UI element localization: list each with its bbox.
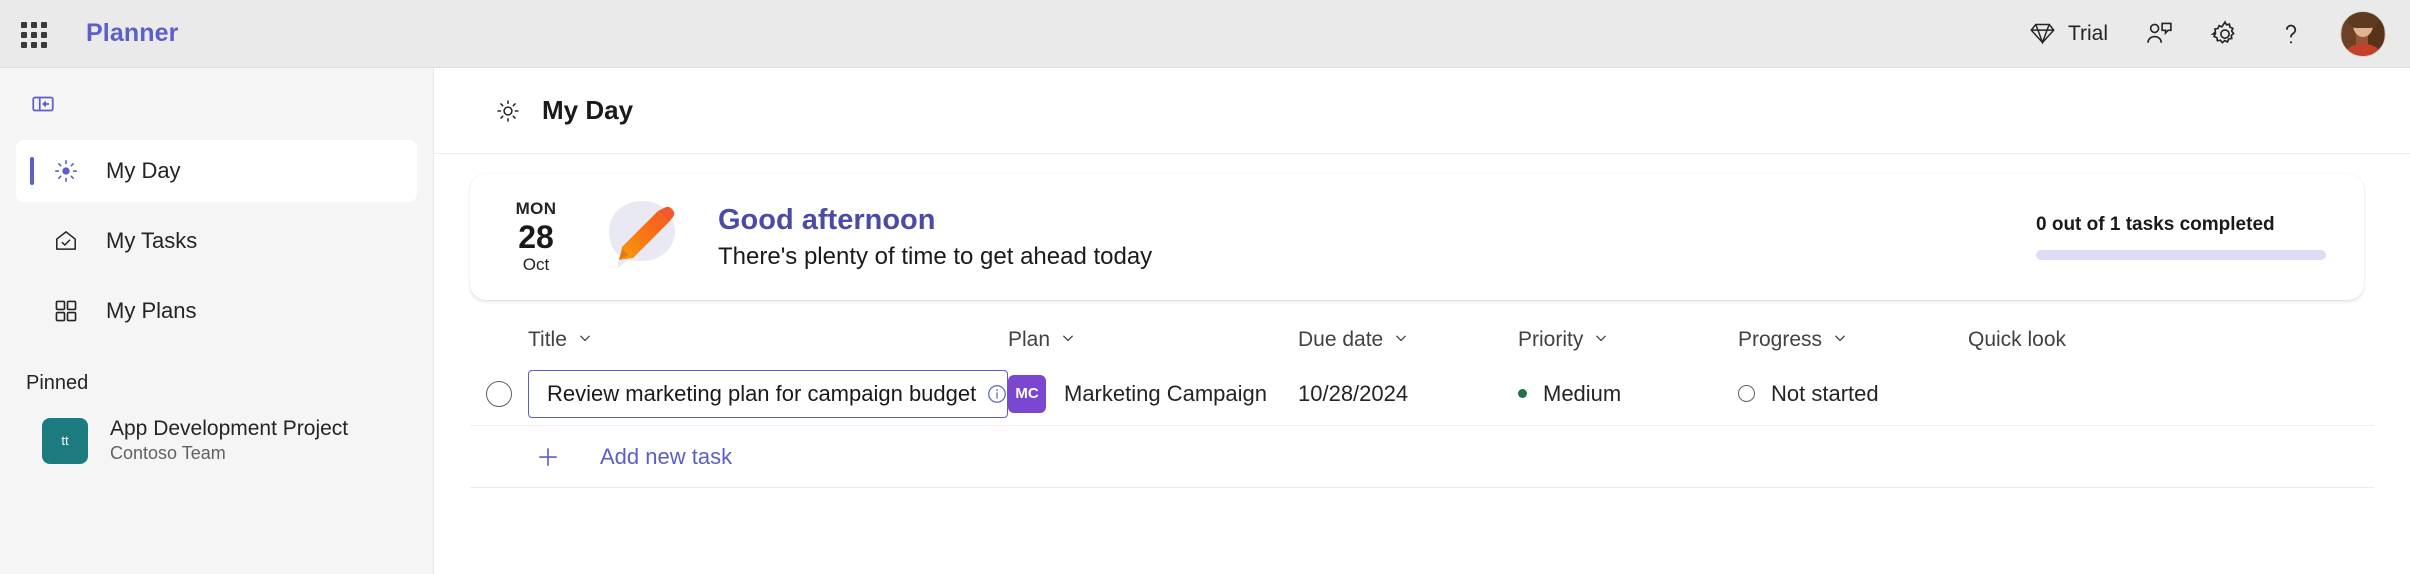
column-header-progress[interactable]: Progress bbox=[1738, 328, 1968, 352]
date-month: Oct bbox=[522, 255, 550, 275]
task-priority-cell[interactable]: Medium bbox=[1518, 381, 1738, 407]
greeting-banner-wrap: MON 28 Oct Good afternoon There's plenty… bbox=[434, 154, 2410, 300]
chevron-down-icon bbox=[1060, 328, 1076, 352]
column-header-due-date[interactable]: Due date bbox=[1298, 328, 1518, 352]
greeting-texts: Good afternoon There's plenty of time to… bbox=[718, 204, 1152, 271]
tasks-progress-block: 0 out of 1 tasks completed bbox=[2036, 214, 2326, 260]
date-block: MON 28 Oct bbox=[504, 199, 568, 276]
plan-avatar-badge: tt bbox=[42, 417, 88, 464]
sidebar-item-label: My Tasks bbox=[106, 228, 198, 253]
task-progress-value: Not started bbox=[1771, 380, 1879, 406]
date-day-number: 28 bbox=[518, 218, 554, 255]
trial-button[interactable]: Trial bbox=[2013, 9, 2124, 59]
sidebar-item-my-tasks[interactable]: My Tasks bbox=[16, 210, 417, 272]
sidebar-item-label: My Day bbox=[106, 158, 181, 183]
column-header-label: Due date bbox=[1298, 328, 1384, 351]
info-circle-icon[interactable] bbox=[986, 378, 1008, 410]
header-actions: Trial bbox=[2013, 9, 2410, 59]
help-button[interactable] bbox=[2260, 9, 2322, 59]
date-day-of-week: MON bbox=[515, 198, 557, 218]
add-new-task-row[interactable]: Add new task bbox=[470, 426, 2374, 488]
add-new-task-label: Add new task bbox=[600, 443, 733, 469]
chevron-down-icon bbox=[577, 328, 593, 352]
column-header-plan[interactable]: Plan bbox=[1008, 328, 1298, 352]
feedback-person-icon bbox=[2144, 19, 2174, 49]
main-content: My Day MON 28 Oct Good afternoon There's… bbox=[434, 68, 2410, 574]
sidebar-nav: My Day My Tasks My Plans bbox=[0, 140, 433, 342]
sidebar: My Day My Tasks My Plans Pinned tt App D… bbox=[0, 68, 434, 574]
chevron-down-icon bbox=[1832, 328, 1848, 352]
suite-header: Planner Trial bbox=[0, 0, 2410, 68]
column-header-quick-look: Quick look bbox=[1968, 328, 2168, 352]
app-name[interactable]: Planner bbox=[86, 19, 178, 48]
sidebar-item-my-day[interactable]: My Day bbox=[16, 140, 417, 202]
task-plan-value: Marketing Campaign bbox=[1064, 380, 1267, 406]
sun-icon bbox=[52, 157, 80, 185]
tasks-completed-label: 0 out of 1 tasks completed bbox=[2036, 214, 2275, 235]
avatar[interactable] bbox=[2340, 10, 2386, 57]
column-header-label: Plan bbox=[1008, 328, 1051, 351]
table-header-row: Title Plan Due date Priority Progress Qu… bbox=[470, 318, 2374, 362]
feedback-button[interactable] bbox=[2128, 9, 2190, 59]
diamond-icon bbox=[2029, 20, 2056, 47]
task-progress-cell[interactable]: Not started bbox=[1738, 381, 1968, 407]
pinned-plan-texts: App Development Project Contoso Team bbox=[110, 417, 348, 464]
settings-button[interactable] bbox=[2194, 9, 2256, 59]
column-header-label: Quick look bbox=[1968, 328, 2067, 351]
chevron-down-icon bbox=[1393, 328, 1409, 352]
task-title-value[interactable]: Review marketing plan for campaign budge… bbox=[547, 381, 976, 407]
task-priority-value: Medium bbox=[1543, 380, 1622, 406]
chevron-down-icon bbox=[1593, 328, 1609, 352]
pinned-plan-name: App Development Project bbox=[110, 417, 349, 440]
trial-label: Trial bbox=[2067, 21, 2108, 45]
task-complete-cell bbox=[470, 380, 528, 407]
task-plan-cell[interactable]: MC Marketing Campaign bbox=[1008, 374, 1298, 413]
pinned-plan-item[interactable]: tt App Development Project Contoso Team bbox=[16, 409, 417, 472]
pinned-plan-subtitle: Contoso Team bbox=[110, 443, 226, 463]
panel-collapse-icon[interactable] bbox=[26, 87, 60, 121]
column-header-title[interactable]: Title bbox=[528, 328, 1008, 352]
pinned-heading: Pinned bbox=[26, 372, 89, 394]
question-mark-icon bbox=[2276, 19, 2306, 49]
add-new-task-button[interactable]: Add new task bbox=[528, 441, 732, 473]
greeting-banner: MON 28 Oct Good afternoon There's plenty… bbox=[470, 174, 2364, 300]
priority-dot-icon bbox=[1518, 389, 1527, 398]
page-header: My Day bbox=[434, 68, 2410, 154]
sidebar-collapse-row bbox=[0, 68, 433, 140]
column-header-label: Title bbox=[528, 328, 567, 351]
sidebar-item-my-plans[interactable]: My Plans bbox=[16, 280, 417, 342]
greeting-title: Good afternoon bbox=[718, 203, 936, 236]
progress-not-started-icon bbox=[1738, 385, 1755, 402]
greeting-subtitle: There's plenty of time to get ahead toda… bbox=[718, 242, 1153, 270]
waffle-grid-icon[interactable] bbox=[16, 17, 50, 51]
table-row[interactable]: Review marketing plan for campaign budge… bbox=[470, 362, 2374, 426]
sun-icon bbox=[494, 97, 522, 125]
task-title-field[interactable]: Review marketing plan for campaign budge… bbox=[528, 369, 1030, 418]
task-title-cell: Review marketing plan for campaign budge… bbox=[528, 369, 1030, 418]
sidebar-item-label: My Plans bbox=[106, 298, 197, 323]
task-due-date-cell[interactable]: 10/28/2024 bbox=[1298, 381, 1518, 407]
column-header-label: Priority bbox=[1518, 328, 1584, 351]
task-due-date-value: 10/28/2024 bbox=[1298, 380, 1409, 406]
column-header-priority[interactable]: Priority bbox=[1518, 328, 1738, 352]
grid-squares-icon bbox=[52, 297, 80, 325]
task-table: Title Plan Due date Priority Progress Qu… bbox=[434, 318, 2410, 488]
gear-icon bbox=[2210, 19, 2240, 49]
plus-icon bbox=[532, 441, 564, 473]
plan-avatar-badge: MC bbox=[1008, 374, 1046, 413]
page-title: My Day bbox=[542, 95, 634, 125]
tasks-progress-bar bbox=[2036, 250, 2326, 260]
pencil-speech-bubble-illustration bbox=[592, 187, 692, 287]
column-header-label: Progress bbox=[1738, 328, 1823, 351]
tasks-home-check-icon bbox=[52, 227, 80, 255]
task-complete-checkbox[interactable] bbox=[486, 380, 512, 407]
